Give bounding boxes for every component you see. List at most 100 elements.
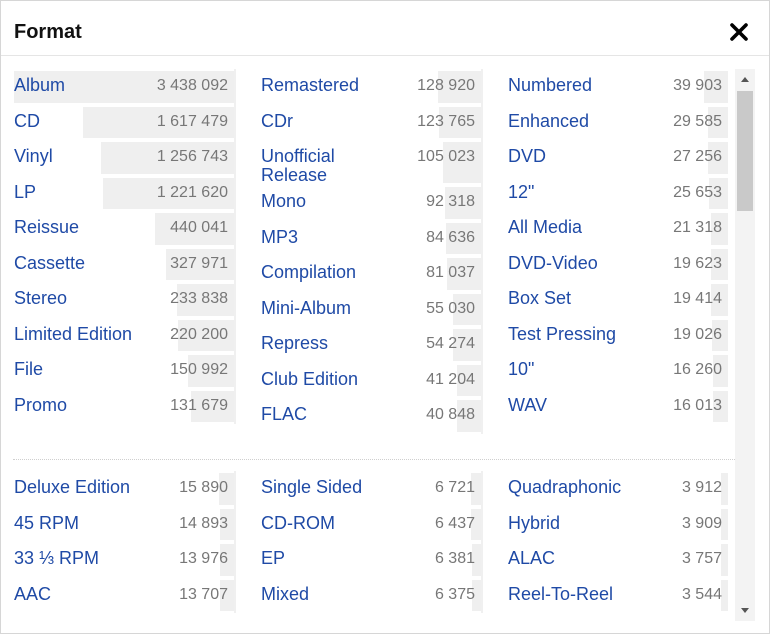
format-count: 15 890 (179, 479, 228, 496)
format-label[interactable]: 45 RPM (14, 507, 79, 533)
format-item[interactable]: Mini-Album 55 030 (261, 292, 481, 328)
format-label[interactable]: Box Set (508, 282, 571, 308)
format-item[interactable]: File 150 992 (14, 353, 234, 389)
format-item[interactable]: Vinyl 1 256 743 (14, 140, 234, 176)
format-item[interactable]: WAV 16 013 (508, 389, 728, 425)
format-label[interactable]: AAC (14, 578, 51, 604)
format-label[interactable]: File (14, 353, 43, 379)
format-label[interactable]: Vinyl (14, 140, 53, 166)
format-label[interactable]: Cassette (14, 247, 85, 273)
format-label[interactable]: Repress (261, 327, 328, 353)
format-label[interactable]: Numbered (508, 69, 592, 95)
format-label[interactable]: EP (261, 542, 285, 568)
format-label[interactable]: Hybrid (508, 507, 560, 533)
dialog-title: Format (14, 21, 82, 43)
format-item[interactable]: DVD 27 256 (508, 140, 728, 176)
format-item[interactable]: Unofficial Release 105 023 (261, 140, 481, 185)
format-item[interactable]: CD-ROM 6 437 (261, 507, 481, 543)
format-label[interactable]: MP3 (261, 221, 298, 247)
format-count: 327 971 (170, 254, 228, 272)
format-label[interactable]: WAV (508, 389, 547, 415)
format-label[interactable]: Stereo (14, 282, 67, 308)
format-label[interactable]: DVD-Video (508, 247, 598, 273)
format-label[interactable]: Compilation (261, 256, 356, 282)
format-count: 150 992 (170, 361, 228, 378)
format-item[interactable]: Hybrid 3 909 (508, 507, 728, 543)
format-label[interactable]: Limited Edition (14, 318, 132, 344)
format-label[interactable]: CD-ROM (261, 507, 335, 533)
format-item[interactable]: Stereo 233 838 (14, 282, 234, 318)
format-count: 3 438 092 (156, 77, 228, 94)
format-item[interactable]: 33 ⅓ RPM 13 976 (14, 542, 234, 578)
format-item[interactable]: Reel-To-Reel 3 544 (508, 578, 728, 614)
format-item[interactable]: Remastered 128 920 (261, 69, 481, 105)
format-item[interactable]: Single Sided 6 721 (261, 471, 481, 507)
format-item[interactable]: Reissue 440 041 (14, 211, 234, 247)
format-label[interactable]: 33 ⅓ RPM (14, 542, 99, 568)
format-label[interactable]: Mini-Album (261, 292, 351, 318)
format-item[interactable]: DVD-Video 19 623 (508, 247, 728, 283)
format-label[interactable]: Promo (14, 389, 67, 415)
format-item[interactable]: Box Set 19 414 (508, 282, 728, 318)
format-item[interactable]: Repress 54 274 (261, 327, 481, 363)
format-label[interactable]: Unofficial Release (261, 140, 401, 185)
scrollbar-thumb[interactable] (737, 91, 753, 211)
format-label[interactable]: Quadraphonic (508, 471, 621, 497)
format-label[interactable]: 12" (508, 176, 534, 202)
format-item[interactable]: 45 RPM 14 893 (14, 507, 234, 543)
format-label[interactable]: CD (14, 105, 40, 131)
format-label[interactable]: All Media (508, 211, 582, 237)
format-item[interactable]: Enhanced 29 585 (508, 105, 728, 141)
format-item[interactable]: AAC 13 707 (14, 578, 234, 614)
format-item[interactable]: Cassette 327 971 (14, 247, 234, 283)
format-item[interactable]: 10" 16 260 (508, 353, 728, 389)
format-label[interactable]: Reel-To-Reel (508, 578, 613, 604)
format-item[interactable]: Deluxe Edition 15 890 (14, 471, 234, 507)
close-icon[interactable] (727, 20, 751, 44)
format-label[interactable]: Single Sided (261, 471, 362, 497)
format-label[interactable]: Enhanced (508, 105, 589, 131)
format-item[interactable]: Club Edition 41 204 (261, 363, 481, 399)
format-item[interactable]: ALAC 3 757 (508, 542, 728, 578)
format-count: 25 653 (673, 183, 722, 201)
format-item[interactable]: CD 1 617 479 (14, 105, 234, 141)
format-item[interactable]: Quadraphonic 3 912 (508, 471, 728, 507)
format-count: 6 437 (434, 514, 475, 532)
format-item[interactable]: Promo 131 679 (14, 389, 234, 425)
format-item[interactable]: Mono 92 318 (261, 185, 481, 221)
format-label[interactable]: Mono (261, 185, 306, 211)
format-label[interactable]: Remastered (261, 69, 359, 95)
format-item[interactable]: Compilation 81 037 (261, 256, 481, 292)
format-label[interactable]: LP (14, 176, 36, 202)
format-count: 1 221 620 (156, 183, 228, 201)
format-item[interactable]: Mixed 6 375 (261, 578, 481, 614)
format-item[interactable]: Limited Edition 220 200 (14, 318, 234, 354)
scroll-up-arrow-icon[interactable] (735, 71, 755, 87)
format-count: 41 204 (426, 370, 475, 388)
format-label[interactable]: Test Pressing (508, 318, 616, 344)
format-label[interactable]: Mixed (261, 578, 309, 604)
format-label[interactable]: ALAC (508, 542, 555, 568)
format-label[interactable]: Album (14, 69, 65, 95)
format-count: 131 679 (170, 396, 228, 414)
format-count: 16 260 (673, 361, 722, 378)
format-label[interactable]: FLAC (261, 398, 307, 424)
format-item[interactable]: LP 1 221 620 (14, 176, 234, 212)
format-label[interactable]: Club Edition (261, 363, 358, 389)
scrollbar[interactable] (735, 69, 755, 621)
format-item[interactable]: Test Pressing 19 026 (508, 318, 728, 354)
format-label[interactable]: Deluxe Edition (14, 471, 130, 497)
format-item[interactable]: 12" 25 653 (508, 176, 728, 212)
format-label[interactable]: CDr (261, 105, 293, 131)
format-item[interactable]: MP3 84 636 (261, 221, 481, 257)
format-item[interactable]: Album 3 438 092 (14, 69, 234, 105)
format-label[interactable]: Reissue (14, 211, 79, 237)
format-item[interactable]: All Media 21 318 (508, 211, 728, 247)
format-item[interactable]: Numbered 39 903 (508, 69, 728, 105)
format-label[interactable]: 10" (508, 353, 534, 379)
scroll-down-arrow-icon[interactable] (735, 603, 755, 619)
format-item[interactable]: CDr 123 765 (261, 105, 481, 141)
format-item[interactable]: FLAC 40 848 (261, 398, 481, 434)
format-item[interactable]: EP 6 381 (261, 542, 481, 578)
format-label[interactable]: DVD (508, 140, 546, 166)
